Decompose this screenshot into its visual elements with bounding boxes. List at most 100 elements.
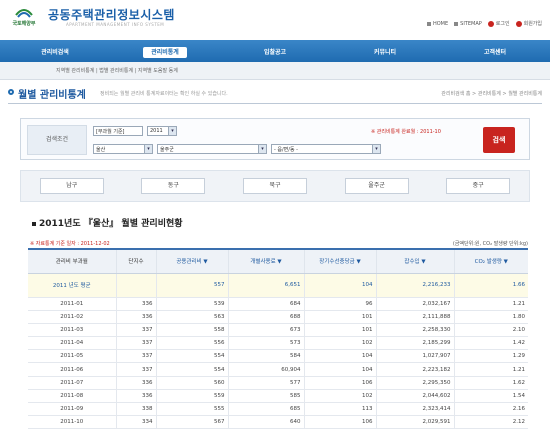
table-header-row: 관리비 부과월 단지수 공용관리비 ▼ 개별사용료 ▼ 장기수선충당금 ▼ 잡수… <box>28 249 528 274</box>
util-join[interactable]: 회원가입 <box>515 20 542 27</box>
util-home-label[interactable]: HOME <box>433 21 448 27</box>
util-login-label[interactable]: 로그인 <box>496 20 510 27</box>
cell: 2,223,182 <box>375 362 454 377</box>
cell <box>115 273 156 298</box>
cell: 2,111,888 <box>375 310 454 324</box>
cell: 2011-04 <box>28 336 116 351</box>
gnb-item-bid[interactable]: 입찰공고 <box>220 47 330 56</box>
table-row: 2011-10 334 567 640 106 2,029,591 2.12 <box>28 415 528 430</box>
completion-note: ※ 관리비통계 완료월 : 2011-10 <box>371 129 441 135</box>
period-type-value: [부과월 기준] <box>96 128 125 135</box>
gnb-label[interactable]: 커뮤니티 <box>374 49 396 56</box>
breadcrumb: 관리비검색 홈 > 관리비통계 > 월별 관리비통계 <box>441 91 542 97</box>
col-header-complex-count: 단지수 <box>115 249 156 274</box>
table-row: 2011-06 337 554 60,904 104 2,223,182 1.21 <box>28 362 528 377</box>
cell: 556 <box>155 336 228 351</box>
subnav-links[interactable]: 지역별 관리비통계 | 법별 관리비통계 | 지역별 도움말 동계 <box>56 67 178 74</box>
cell: 2011-01 <box>28 297 116 311</box>
cell: 1,027,907 <box>375 349 454 364</box>
ministry-logo[interactable]: 국토해양부 <box>10 5 38 29</box>
district-button-dong[interactable]: 동구 <box>141 178 206 194</box>
cell: 336 <box>115 310 156 324</box>
table-row: 2011-04 337 556 573 102 2,185,299 1.42 <box>28 336 528 351</box>
district-button-buk[interactable]: 북구 <box>242 178 307 194</box>
cell: 1.42 <box>453 336 528 351</box>
cell: 1.80 <box>453 310 528 324</box>
table-row: 2011-08 336 559 585 102 2,044,602 1.54 <box>28 389 528 404</box>
site-title[interactable]: 공동주택관리정보시스템 <box>48 6 175 23</box>
col-header-co2[interactable]: CO₂ 발생량 ▼ <box>453 249 528 274</box>
cell: 1.21 <box>453 297 528 311</box>
gnb-label[interactable]: 관리비검색 <box>41 49 69 56</box>
city-value: 울산 <box>96 146 106 153</box>
chevron-down-icon: ▾ <box>372 145 380 153</box>
gnb-item-fee-stats[interactable]: 관리비통계 <box>110 46 220 58</box>
cell: 104 <box>303 273 376 298</box>
year-value: 2011 <box>150 128 163 134</box>
dong-value: - 읍/면/동 - <box>274 146 298 153</box>
district-select[interactable]: 울주군 ▾ <box>157 144 267 154</box>
util-login[interactable]: 로그인 <box>487 20 510 27</box>
cell: 1.21 <box>453 362 528 377</box>
gnb-item-support[interactable]: 고객센터 <box>440 47 550 56</box>
table-row: 2011-02 336 563 688 101 2,111,888 1.80 <box>28 310 528 324</box>
cell: 567 <box>155 415 228 430</box>
search-button[interactable]: 검색 <box>483 127 515 153</box>
search-row-region: 울산 ▾ 울주군 ▾ - 읍/면/동 - ▾ <box>93 144 381 154</box>
gnb-label[interactable]: 고객센터 <box>484 49 506 56</box>
cell: 2011-07 <box>28 376 116 390</box>
search-panel: 검색조건 [부과월 기준] 2011 ▾ 울산 ▾ 울주군 ▾ - 읍/면/동 - ▾ … <box>20 118 530 160</box>
cell: 6,651 <box>227 273 304 298</box>
cell: 337 <box>115 349 156 364</box>
cell: 334 <box>115 415 156 430</box>
cell: 102 <box>303 389 376 404</box>
cell: 337 <box>115 336 156 351</box>
cell: 2011-08 <box>28 389 116 404</box>
cell: 2,216,233 <box>375 273 454 298</box>
search-row-period: [부과월 기준] 2011 ▾ <box>93 126 177 136</box>
district-value: 울주군 <box>160 146 174 153</box>
cell: 101 <box>303 310 376 324</box>
table-row: 2011-01 336 539 684 96 2,032,167 1.21 <box>28 297 528 311</box>
main-navigation: 관리비검색 관리비통계 입찰공고 커뮤니티 고객센터 <box>0 40 550 62</box>
cell: 2,258,330 <box>375 323 454 338</box>
cell: 101 <box>303 323 376 338</box>
util-home[interactable]: HOME <box>426 21 448 27</box>
dong-select[interactable]: - 읍/면/동 - ▾ <box>271 144 381 154</box>
cell: 2011-10 <box>28 415 116 430</box>
district-button-jung[interactable]: 중구 <box>446 178 511 194</box>
col-header-common-fee[interactable]: 공용관리비 ▼ <box>155 249 228 274</box>
bullet-icon <box>426 21 431 26</box>
gnb-item-community[interactable]: 커뮤니티 <box>330 47 440 56</box>
util-sitemap-label[interactable]: SITEMAP <box>460 21 482 27</box>
cell: 337 <box>115 323 156 338</box>
cell: 2,029,591 <box>375 415 454 430</box>
period-type-select[interactable]: [부과월 기준] <box>93 126 143 136</box>
cell: 113 <box>303 402 376 417</box>
util-join-label[interactable]: 회원가입 <box>524 20 542 27</box>
city-select[interactable]: 울산 ▾ <box>93 144 153 154</box>
site-subtitle: APARTMENT MANAGEMENT INFO SYSTEM <box>66 22 165 27</box>
district-button-nam[interactable]: 남구 <box>39 178 104 194</box>
gnb-label[interactable]: 입찰공고 <box>264 49 286 56</box>
table-row: 2011-05 337 554 584 104 1,027,907 1.29 <box>28 349 528 364</box>
cell: 60,904 <box>227 362 304 377</box>
cell: 584 <box>227 349 304 364</box>
gnb-item-fee-search[interactable]: 관리비검색 <box>0 47 110 56</box>
year-select[interactable]: 2011 ▾ <box>147 126 177 136</box>
cell: 2011 년도 평균 <box>28 273 116 298</box>
cell: 685 <box>227 402 304 417</box>
util-sitemap[interactable]: SITEMAP <box>454 21 482 27</box>
sub-navigation: 지역별 관리비통계 | 법별 관리비통계 | 지역별 도움말 동계 <box>0 62 550 80</box>
login-icon <box>487 20 494 27</box>
table-row: 2011-03 337 558 673 101 2,258,330 2.10 <box>28 323 528 338</box>
cell: 563 <box>155 310 228 324</box>
col-header-repair-reserve[interactable]: 장기수선충당금 ▼ <box>303 249 376 274</box>
section-bullet-icon <box>32 221 36 226</box>
col-header-individual-fee[interactable]: 개별사용료 ▼ <box>227 249 304 274</box>
district-button-ulju[interactable]: 울주군 <box>344 178 409 194</box>
cell: 336 <box>115 297 156 311</box>
cell: 336 <box>115 376 156 390</box>
col-header-misc-income[interactable]: 잡수입 ▼ <box>375 249 454 274</box>
gnb-label[interactable]: 관리비통계 <box>143 46 187 58</box>
